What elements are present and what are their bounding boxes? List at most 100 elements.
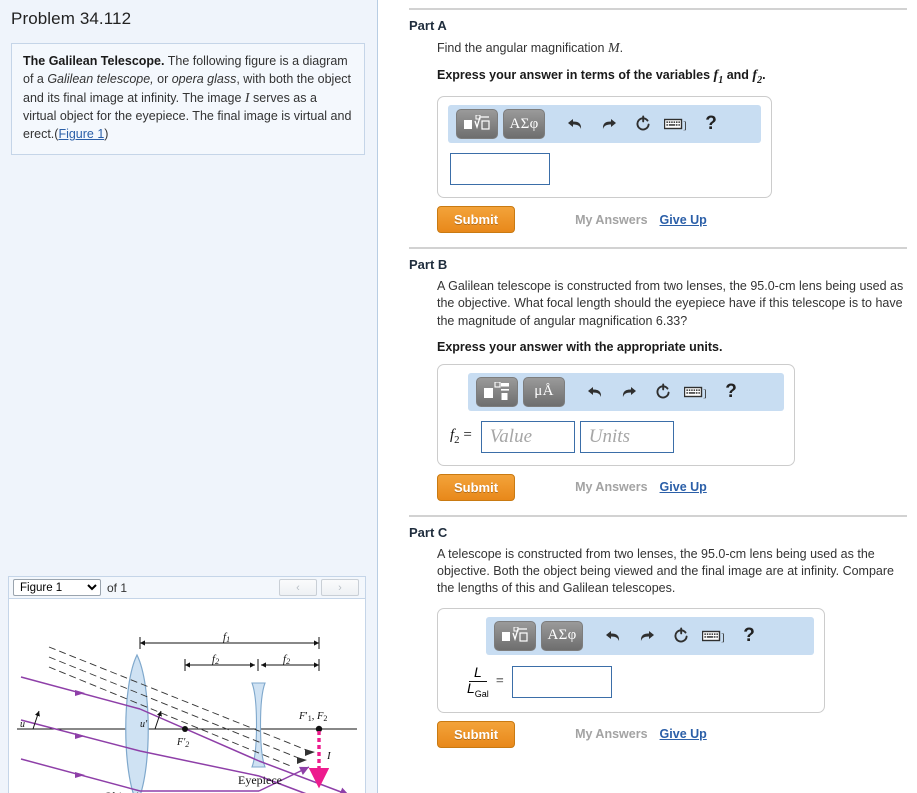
problem-statement-text-2: or bbox=[153, 71, 172, 86]
keyboard-shortcuts-icon[interactable]: ] bbox=[698, 621, 732, 651]
part-a-label: Part A bbox=[409, 18, 447, 33]
F1-F2-label: F′1, F2 bbox=[298, 711, 327, 723]
part-a-actions: Submit My Answers Give Up bbox=[437, 198, 907, 234]
part-a-instruction-pre: Express your answer in terms of the vari… bbox=[437, 68, 714, 83]
angle-u-arrow bbox=[32, 710, 40, 730]
units-template-palette-icon[interactable] bbox=[476, 376, 518, 407]
part-c-section: Part C A telescope is constructed from t… bbox=[409, 501, 907, 748]
right-pane: Part A Find the angular magnification M.… bbox=[379, 0, 917, 793]
help-icon[interactable]: ? bbox=[694, 109, 728, 139]
help-icon[interactable]: ? bbox=[714, 377, 748, 407]
objective-caption: Objective bbox=[104, 789, 151, 793]
part-c-submit-button[interactable]: Submit bbox=[437, 720, 516, 748]
problem-statement-italic-2: opera glass bbox=[171, 71, 237, 86]
page-title: Problem 34.112 bbox=[11, 9, 132, 28]
part-a-section: Part A Find the angular magnification M.… bbox=[409, 0, 907, 234]
part-c-equals-sign: = bbox=[495, 674, 504, 690]
f2-left-label: f2 bbox=[212, 653, 219, 666]
greek-symbols-palette-icon[interactable]: ΑΣφ bbox=[541, 620, 583, 651]
figure-1-link[interactable]: Figure 1 bbox=[58, 127, 104, 141]
part-b-question: A Galilean telescope is constructed from… bbox=[437, 279, 904, 328]
part-b-answer-card: μÅ ] ? f2 = Value Units bbox=[437, 363, 795, 466]
focal-point-F2-prime bbox=[182, 726, 188, 732]
part-c-give-up-link[interactable]: Give Up bbox=[660, 727, 707, 741]
part-a-instruction: Express your answer in terms of the vari… bbox=[437, 68, 907, 86]
keyboard-shortcuts-icon[interactable]: ] bbox=[660, 109, 694, 139]
part-a-answer-card: ΑΣφ ] ? bbox=[437, 96, 772, 199]
reset-icon[interactable] bbox=[664, 621, 698, 651]
part-a-answer-row bbox=[448, 143, 761, 187]
eyepiece-caption: Eyepiece bbox=[238, 773, 282, 787]
undo-icon[interactable] bbox=[596, 621, 630, 651]
figure-canvas[interactable]: f1 f2 f2 u u′ F′2 F′1, F2 I Eyepiece bbox=[8, 599, 366, 793]
part-c-answer-card: ΑΣφ ] ? L LGal = bbox=[437, 607, 825, 713]
part-c-label: Part C bbox=[409, 524, 448, 540]
part-b-answer-row: f2 = bbox=[448, 411, 784, 455]
undo-icon[interactable] bbox=[558, 109, 592, 139]
dashed-arrowhead bbox=[305, 749, 315, 756]
part-c-answer-input[interactable] bbox=[511, 666, 612, 699]
part-a-variable-M: M bbox=[607, 41, 620, 56]
part-a-instruction-tail: . bbox=[762, 68, 766, 83]
help-icon[interactable]: ? bbox=[732, 621, 766, 651]
part-a-my-answers-link[interactable]: My Answers bbox=[575, 213, 647, 227]
svg-text:]: ] bbox=[683, 120, 687, 132]
part-c-my-answers-link[interactable]: My Answers bbox=[575, 727, 647, 741]
undo-icon[interactable] bbox=[578, 377, 612, 407]
figure-nav-buttons: ‹ › bbox=[275, 579, 359, 596]
part-c-answer-row: L LGal = bbox=[448, 655, 814, 702]
part-a-instruction-mid: and bbox=[723, 68, 753, 83]
part-c-answer-fraction: L LGal bbox=[464, 663, 492, 700]
part-b-answer-label: f2 = bbox=[450, 427, 472, 447]
svg-text:]: ] bbox=[721, 631, 725, 643]
part-b-units-input[interactable] bbox=[579, 420, 674, 453]
left-pane: Problem 34.112 The Galilean Telescope. T… bbox=[0, 0, 378, 793]
figure-block: Figure 1 of 1 ‹ › f1 f2 f2 u u′ F′2 F′1,… bbox=[8, 576, 366, 793]
part-b-actions: Submit My Answers Give Up bbox=[437, 466, 907, 501]
reset-icon[interactable] bbox=[646, 377, 680, 407]
part-a-question-tail: . bbox=[619, 41, 624, 55]
part-b-toolbar: μÅ ] ? bbox=[468, 372, 784, 411]
part-a-submit-button[interactable]: Submit bbox=[437, 206, 516, 234]
part-c-body: A telescope is constructed from two lens… bbox=[409, 546, 907, 748]
part-b-instruction: Express your answer with the appropriate… bbox=[437, 339, 723, 354]
units-symbols-palette-icon[interactable]: μÅ bbox=[523, 376, 565, 407]
math-template-palette-icon[interactable] bbox=[456, 109, 498, 140]
keyboard-shortcuts-icon[interactable]: ] bbox=[680, 377, 714, 407]
part-c-denominator: LGal bbox=[467, 680, 489, 700]
part-a-toolbar: ΑΣφ ] ? bbox=[448, 105, 761, 144]
angle-u-prime-arrow bbox=[154, 710, 162, 730]
F2-prime-label: F′2 bbox=[176, 737, 189, 749]
part-a-body: Find the angular magnification M. Expres… bbox=[409, 39, 907, 234]
part-b-label: Part B bbox=[409, 257, 448, 273]
incoming-rays bbox=[20, 676, 141, 792]
image-I-label: I bbox=[326, 750, 332, 762]
figure-count-label: of 1 bbox=[107, 580, 128, 595]
galilean-telescope-diagram: f1 f2 f2 u u′ F′2 F′1, F2 I Eyepiece bbox=[17, 631, 357, 793]
problem-statement-italic-1: Galilean telescope, bbox=[47, 71, 154, 86]
figure-navigation-bar: Figure 1 of 1 ‹ › bbox=[8, 576, 366, 599]
part-b-give-up-link[interactable]: Give Up bbox=[660, 480, 707, 494]
figure-select[interactable]: Figure 1 bbox=[13, 579, 101, 596]
f2-dimensions bbox=[184, 659, 320, 671]
problem-statement-text-5: ) bbox=[104, 127, 109, 142]
part-b-my-answers-link[interactable]: My Answers bbox=[575, 480, 647, 494]
f2-right-label: f2 bbox=[283, 653, 290, 666]
part-b-value-input[interactable] bbox=[480, 420, 575, 453]
reset-icon[interactable] bbox=[626, 109, 660, 139]
redo-icon[interactable] bbox=[612, 377, 646, 407]
svg-text:]: ] bbox=[703, 387, 707, 399]
figure-prev-button[interactable]: ‹ bbox=[279, 579, 317, 596]
part-b-section: Part B A Galilean telescope is construct… bbox=[409, 233, 907, 501]
part-a-answer-input[interactable] bbox=[450, 153, 550, 186]
problem-page: Problem 34.112 The Galilean Telescope. T… bbox=[0, 0, 917, 793]
part-a-var-f2: f2 bbox=[752, 68, 763, 87]
part-a-question: Find the angular magnification M. bbox=[437, 39, 907, 58]
figure-next-button[interactable]: › bbox=[321, 579, 359, 596]
part-a-give-up-link[interactable]: Give Up bbox=[660, 213, 707, 227]
greek-symbols-palette-icon[interactable]: ΑΣφ bbox=[503, 109, 545, 140]
redo-icon[interactable] bbox=[592, 109, 626, 139]
math-template-palette-icon[interactable] bbox=[494, 620, 536, 651]
part-b-submit-button[interactable]: Submit bbox=[437, 473, 516, 501]
redo-icon[interactable] bbox=[630, 621, 664, 651]
